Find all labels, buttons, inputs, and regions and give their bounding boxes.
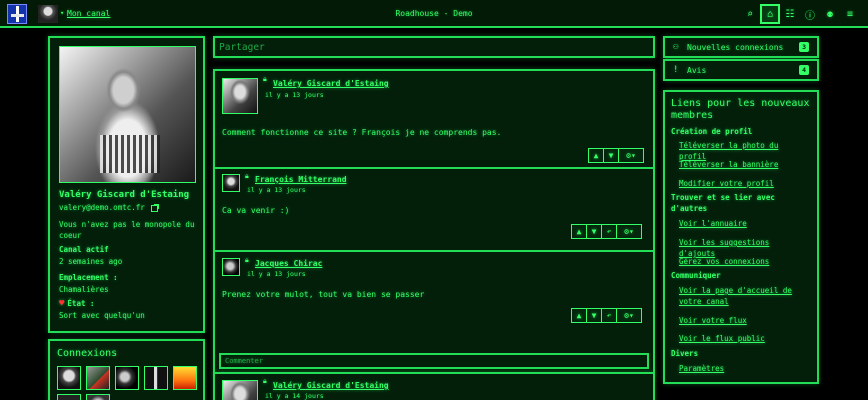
community-icon[interactable]: ⚉ (820, 4, 840, 24)
like-icon[interactable]: ▲ (588, 148, 604, 163)
lock-icon: 🔒︎ (263, 75, 267, 83)
notices-button[interactable]: ! Avis 4 (663, 59, 819, 81)
app-title: Roadhouse - Demo (395, 9, 473, 18)
reply-time: il y a 13 jours (247, 186, 306, 194)
apps-grid-icon[interactable]: ☷ (780, 4, 800, 24)
active-value: 2 semaines ago (59, 257, 123, 266)
lock-icon: 🔒︎ (263, 377, 267, 385)
link-upload-banner[interactable]: Téléverser la bannière (679, 159, 809, 170)
profile-photo[interactable] (59, 46, 196, 183)
post-time: il y a 13 jours (265, 91, 324, 99)
post-card: 🔒︎ Valéry Giscard d'Estaing il y a 13 jo… (213, 69, 655, 375)
heart-icon: ♥ (59, 299, 65, 309)
dislike-icon[interactable]: ▼ (603, 148, 619, 163)
connection-avatar[interactable] (115, 366, 139, 390)
links-title: Liens pour les nouveaux membres (671, 98, 810, 121)
reply-body: Prenez votre mulot, tout va bien se pass… (222, 290, 425, 299)
active-label: Canal actif (59, 245, 109, 254)
new-member-links: Liens pour les nouveaux membres Création… (663, 90, 819, 384)
profile-name: Valéry Giscard d'Estaing (59, 190, 190, 200)
lock-icon: 🔒︎ (245, 172, 249, 180)
users-icon: ⚇ (673, 42, 679, 52)
dislike-icon[interactable]: ▼ (586, 224, 602, 239)
profile-card: Valéry Giscard d'Estaing valery@demo.omt… (48, 36, 205, 333)
reply-time: il y a 13 jours (247, 270, 306, 278)
top-navbar: ▾ Mon canal Roadhouse - Demo ⌕ ⌂ ☷ ⓘ ⚉ ≡ (0, 0, 868, 28)
home-icon[interactable]: ⌂ (760, 4, 780, 24)
link-manage-connections[interactable]: Gérez vos connexions (679, 256, 809, 267)
email-text: valery@demo.omtc.fr (59, 203, 145, 212)
link-my-stream[interactable]: Voir votre flux (679, 315, 809, 326)
new-connections-button[interactable]: ⚇ Nouvelles connexions 3 (663, 36, 819, 58)
status-value: Sort avec quelqu'un (59, 311, 145, 320)
reply-author[interactable]: François Mitterrand (255, 175, 347, 184)
connection-avatar[interactable] (86, 366, 110, 390)
gear-dropdown-button[interactable]: ⚙▾ (618, 148, 644, 163)
link-channel-home[interactable]: Voir la page d'accueil de votre canal (679, 285, 809, 307)
menu-icon[interactable]: ≡ (840, 4, 860, 24)
connection-avatar[interactable] (144, 366, 168, 390)
reply-icon[interactable]: ↶ (601, 224, 617, 239)
link-public-stream[interactable]: Voir le flux public (679, 333, 809, 344)
connections-card: Connexions (48, 339, 205, 400)
share-box[interactable]: Partager (213, 36, 655, 58)
notification-label: Avis (687, 66, 707, 75)
link-settings[interactable]: Paramètres (679, 363, 809, 374)
status-label-text: État : (67, 299, 95, 308)
author-avatar[interactable] (222, 78, 258, 114)
lock-icon: 🔒︎ (245, 256, 249, 264)
post-author[interactable]: Valéry Giscard d'Estaing (273, 381, 389, 390)
post-entry: 🔒︎ Valéry Giscard d'Estaing il y a 13 jo… (215, 71, 653, 167)
info-icon[interactable]: ⓘ (800, 4, 820, 24)
section-title: Divers (671, 349, 699, 358)
count-badge: 3 (799, 42, 809, 52)
profile-email: valery@demo.omtc.fr (59, 203, 158, 212)
reply-author[interactable]: Jacques Chirac (255, 259, 322, 268)
section-title: Trouver et se lier avec d'autres (671, 193, 775, 213)
location-value: Chamalières (59, 285, 109, 294)
author-avatar[interactable] (222, 258, 240, 276)
location-label: Emplacement : (59, 273, 118, 282)
status-label: ♥ État : (59, 299, 95, 309)
connection-avatar[interactable] (57, 366, 81, 390)
profile-bio: Vous n'avez pas le monopole du coeur (59, 220, 195, 240)
author-avatar[interactable] (222, 174, 240, 192)
connection-avatar[interactable] (86, 394, 110, 400)
connection-avatar[interactable] (173, 366, 197, 390)
link-edit-profile[interactable]: Modifier votre profil (679, 178, 809, 189)
post-card: 🔒︎ Valéry Giscard d'Estaing il y a 14 jo… (213, 372, 655, 400)
share-input[interactable]: Partager (219, 42, 265, 53)
search-icon[interactable]: ⌕ (740, 4, 760, 24)
post-body: Comment fonctionne ce site ? François je… (222, 128, 502, 137)
like-icon[interactable]: ▲ (571, 224, 587, 239)
copy-icon[interactable] (150, 204, 158, 212)
connection-avatar[interactable] (57, 394, 81, 400)
dislike-icon[interactable]: ▼ (586, 308, 602, 323)
post-author[interactable]: Valéry Giscard d'Estaing (273, 79, 389, 88)
exclamation-icon: ! (673, 65, 679, 75)
gear-dropdown-button[interactable]: ⚙▾ (616, 308, 642, 323)
link-directory[interactable]: Voir l'annuaire (679, 218, 809, 229)
reply-entry: 🔒︎ Jacques Chirac il y a 13 jours Prenez… (215, 250, 653, 336)
gear-dropdown-button[interactable]: ⚙▾ (616, 224, 642, 239)
section-title: Communiquer (671, 271, 721, 280)
reply-entry: 🔒︎ François Mitterrand il y a 13 jours C… (215, 167, 653, 250)
notification-label: Nouvelles connexions (687, 43, 784, 52)
comment-input[interactable]: Commenter (219, 353, 649, 369)
post-time: il y a 14 jours (265, 392, 324, 400)
section-title: Création de profil (671, 127, 753, 136)
connections-title: Connexions (57, 348, 118, 359)
reply-body: Ca va venir :) (222, 206, 290, 215)
count-badge: 4 (799, 65, 809, 75)
like-icon[interactable]: ▲ (571, 308, 587, 323)
author-avatar[interactable] (222, 380, 258, 400)
reply-icon[interactable]: ↶ (601, 308, 617, 323)
